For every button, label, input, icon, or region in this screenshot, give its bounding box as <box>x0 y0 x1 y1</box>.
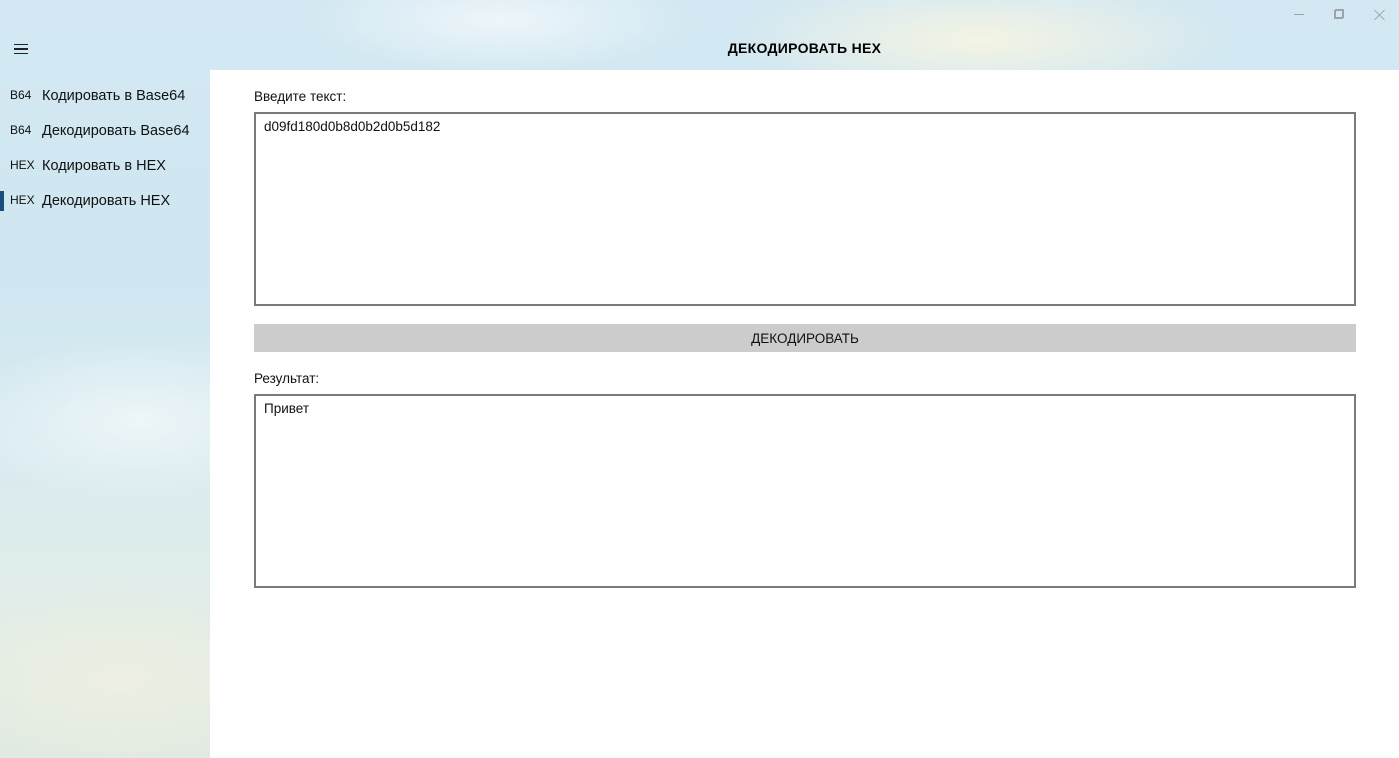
page-title: ДЕКОДИРОВАТЬ HEX <box>727 40 882 56</box>
sidebar-item-encode-hex[interactable]: HEX Кодировать в HEX <box>0 148 210 183</box>
restore-icon <box>1334 9 1344 19</box>
sidebar-item-label: Декодировать Base64 <box>42 122 190 139</box>
sidebar-nav: B64 Кодировать в Base64 B64 Декодировать… <box>0 78 210 218</box>
hex-icon: HEX <box>10 157 35 172</box>
result-text-field[interactable]: Привет <box>254 394 1356 588</box>
input-text-field[interactable]: d09fd180d0b8d0b2d0b5d182 <box>254 112 1356 306</box>
close-icon <box>1374 9 1385 20</box>
restore-button[interactable] <box>1319 0 1359 28</box>
minimize-button[interactable] <box>1279 0 1319 28</box>
app-window: ДЕКОДИРОВАТЬ HEX B64 Кодировать в Base64… <box>0 0 1399 758</box>
hamburger-line <box>14 52 28 55</box>
sidebar-item-decode-hex[interactable]: HEX Декодировать HEX <box>0 183 210 218</box>
main-content: Введите текст: d09fd180d0b8d0b2d0b5d182 … <box>210 70 1399 758</box>
close-button[interactable] <box>1359 0 1399 28</box>
decode-button[interactable]: ДЕКОДИРОВАТЬ <box>254 324 1356 352</box>
hamburger-line <box>14 43 28 46</box>
sidebar-item-label: Кодировать в Base64 <box>42 87 186 104</box>
sidebar-item-label: Кодировать в HEX <box>42 157 166 174</box>
input-label: Введите текст: <box>254 89 347 104</box>
hamburger-icon[interactable] <box>8 36 34 62</box>
hex-icon: HEX <box>10 192 35 207</box>
minimize-icon <box>1294 13 1304 15</box>
result-label: Результат: <box>254 371 320 386</box>
caption-buttons <box>1279 0 1399 28</box>
b64-icon: B64 <box>10 122 32 137</box>
sidebar-item-decode-base64[interactable]: B64 Декодировать Base64 <box>0 113 210 148</box>
sidebar-item-encode-base64[interactable]: B64 Кодировать в Base64 <box>0 78 210 113</box>
hamburger-line <box>14 48 28 50</box>
b64-icon: B64 <box>10 87 32 102</box>
sidebar-item-label: Декодировать HEX <box>42 192 171 209</box>
